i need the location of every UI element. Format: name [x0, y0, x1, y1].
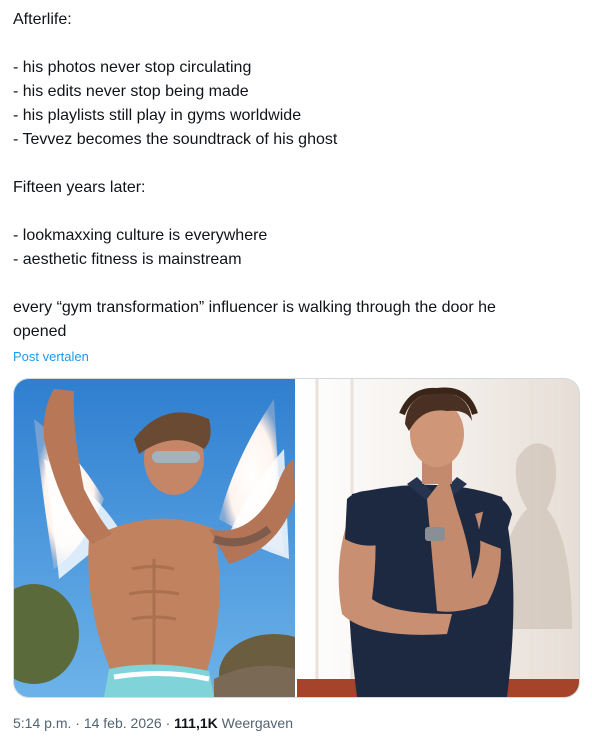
tweet-line — [13, 152, 573, 176]
tweet-text: Afterlife: - his photos never stop circu… — [13, 8, 573, 344]
tweet-line: - aesthetic fitness is mainstream — [13, 251, 242, 268]
meta-separator: · — [75, 715, 80, 731]
tweet-line: every “gym transformation” influencer is… — [13, 299, 496, 316]
tweet-line: - Tevvez becomes the soundtrack of his g… — [13, 131, 338, 148]
photo-shirtless-man-with-wings[interactable] — [14, 379, 297, 697]
tweet-line: - his playlists still play in gyms world… — [13, 107, 302, 124]
meta-separator: · — [165, 715, 171, 731]
tweet-date: 14 feb. 2026 — [83, 715, 162, 731]
tweet-line: opened — [13, 323, 67, 340]
translate-post-link[interactable]: Post vertalen — [13, 349, 89, 365]
shirtless-man-image — [14, 379, 295, 697]
tweet-line: Afterlife: — [13, 11, 72, 28]
man-in-polo-image — [297, 379, 579, 697]
tweet-line: - lookmaxxing culture is everywhere — [13, 227, 268, 244]
photo-man-in-navy-polo[interactable] — [297, 379, 579, 697]
tweet-line: - his edits never stop being made — [13, 83, 249, 100]
tweet-line: - his photos never stop circulating — [13, 59, 252, 76]
views-count: 111,1K — [174, 715, 218, 731]
views-label: Weergaven — [221, 715, 293, 731]
tweet-timestamp-link[interactable]: 5:14 p.m. · 14 feb. 2026 — [13, 715, 162, 731]
tweet-line — [13, 272, 573, 296]
tweet-line — [13, 32, 573, 56]
tweet-time: 5:14 p.m. — [13, 715, 72, 731]
tweet-line: Fifteen years later: — [13, 179, 146, 196]
tweet-meta: 5:14 p.m. · 14 feb. 2026 · 111,1K Weerga… — [13, 713, 293, 733]
media-grid — [13, 378, 580, 698]
tweet-line — [13, 200, 573, 224]
